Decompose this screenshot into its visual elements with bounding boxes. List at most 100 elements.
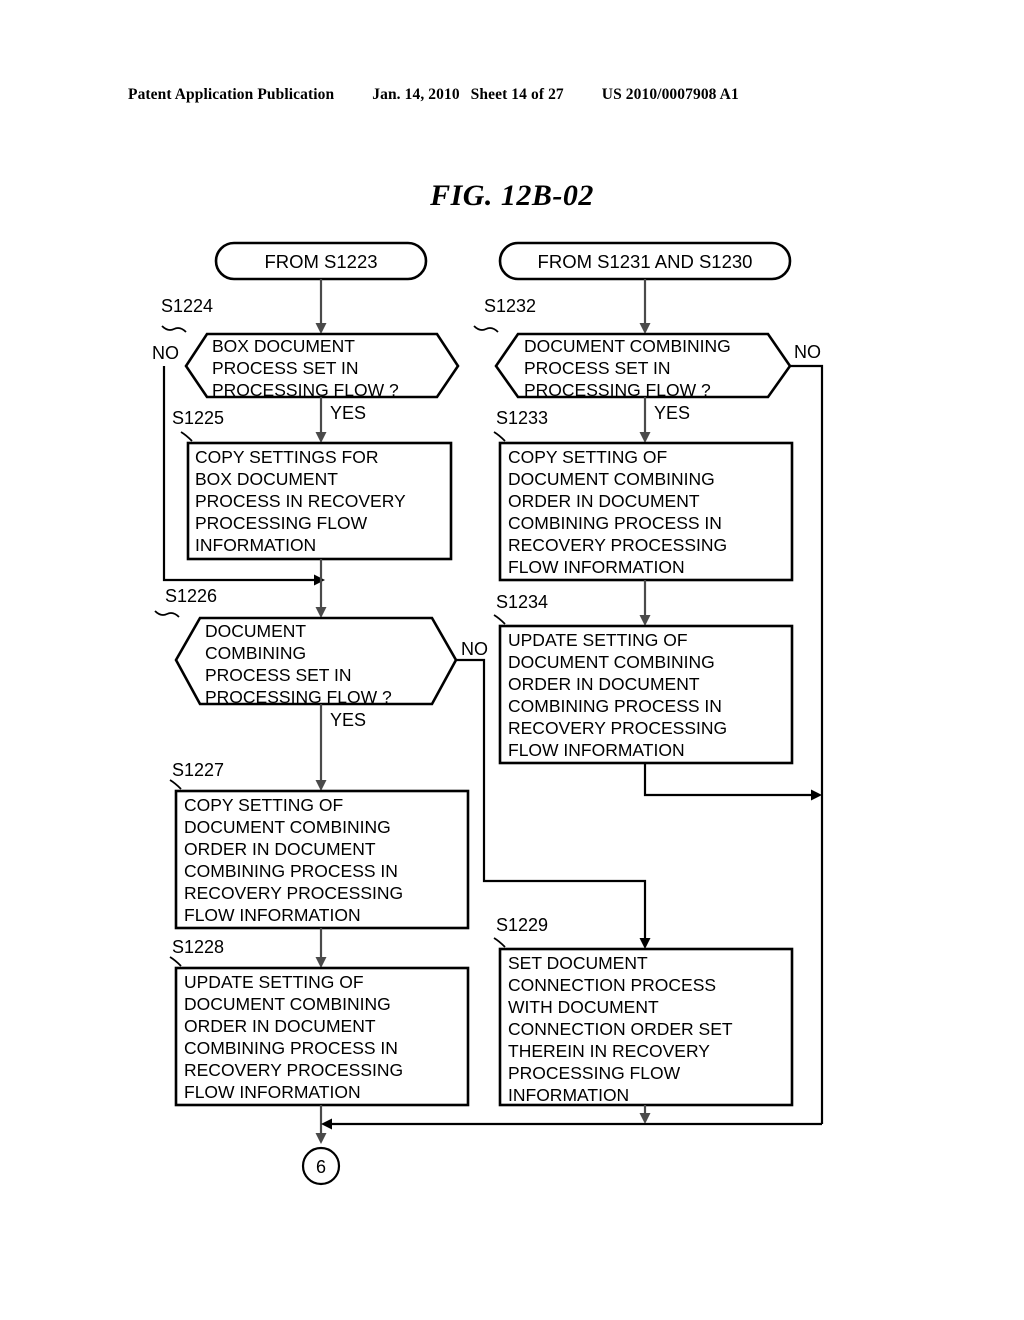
- terminal-from-s1231-and-s1230-label: FROM S1231 AND S1230: [538, 251, 753, 272]
- step-id-s1228: S1228: [172, 937, 224, 957]
- step-id-s1227: S1227: [172, 760, 224, 780]
- node-s1234-line-2: DOCUMENT COMBINING: [508, 652, 715, 672]
- node-s1227-line-2: DOCUMENT COMBINING: [184, 817, 391, 837]
- patent-figure-page: Patent Application Publication Jan. 14, …: [0, 0, 1024, 1320]
- branch-no-s1226: NO: [461, 639, 488, 659]
- arrowhead-s1233-to-s1234: [639, 615, 651, 626]
- leader-s1232: [473, 325, 499, 333]
- branch-yes-s1226: YES: [330, 710, 366, 730]
- branch-no-s1232: NO: [794, 342, 821, 362]
- node-s1225-line-5: INFORMATION: [195, 535, 316, 555]
- node-s1225-line-4: PROCESSING FLOW: [195, 513, 368, 533]
- node-s1225-line-3: PROCESS IN RECOVERY: [195, 491, 406, 511]
- node-s1225-line-2: BOX DOCUMENT: [195, 469, 338, 489]
- node-s1234: UPDATE SETTING OF DOCUMENT COMBINING ORD…: [498, 624, 794, 765]
- node-s1233-line-6: FLOW INFORMATION: [508, 557, 685, 577]
- leader-s1227: [169, 779, 182, 790]
- node-s1226-line-2: COMBINING: [205, 643, 306, 663]
- arrowhead-s1226-no: [639, 938, 651, 949]
- terminal-from-s1223: FROM S1223: [214, 241, 428, 281]
- node-s1233-line-2: DOCUMENT COMBINING: [508, 469, 715, 489]
- node-s1224: BOX DOCUMENT PROCESS SET IN PROCESSING F…: [184, 332, 460, 400]
- node-s1228-line-1: UPDATE SETTING OF: [184, 972, 364, 992]
- node-s1229-line-7: INFORMATION: [508, 1085, 629, 1105]
- node-s1234-line-5: RECOVERY PROCESSING: [508, 718, 727, 738]
- node-s1232-line-3: PROCESSING FLOW ?: [524, 380, 711, 400]
- branch-yes-s1224: YES: [330, 403, 366, 423]
- node-s1228-line-4: COMBINING PROCESS IN: [184, 1038, 398, 1058]
- node-s1224-line-1: BOX DOCUMENT: [212, 336, 355, 356]
- node-s1228-line-3: ORDER IN DOCUMENT: [184, 1016, 376, 1036]
- arrowhead-s1232-yes: [639, 432, 651, 443]
- step-id-s1229: S1229: [496, 915, 548, 935]
- node-s1234-line-1: UPDATE SETTING OF: [508, 630, 688, 650]
- terminal-from-s1231-and-s1230: FROM S1231 AND S1230: [498, 241, 792, 281]
- node-s1227-line-4: COMBINING PROCESS IN: [184, 861, 398, 881]
- node-s1227-line-6: FLOW INFORMATION: [184, 905, 361, 925]
- step-id-s1226: S1226: [165, 586, 217, 606]
- leader-s1233: [493, 431, 506, 442]
- node-s1228: UPDATE SETTING OF DOCUMENT COMBINING ORD…: [174, 966, 470, 1107]
- node-s1227-line-5: RECOVERY PROCESSING: [184, 883, 403, 903]
- leader-s1234: [493, 614, 506, 625]
- arrowhead-s1234-to-rail: [811, 789, 822, 801]
- step-id-s1233: S1233: [496, 408, 548, 428]
- leader-s1229: [493, 937, 506, 948]
- node-s1233-line-1: COPY SETTING OF: [508, 447, 667, 467]
- node-s1233-line-4: COMBINING PROCESS IN: [508, 513, 722, 533]
- node-s1227: COPY SETTING OF DOCUMENT COMBINING ORDER…: [174, 789, 470, 930]
- node-s1226-line-4: PROCESSING FLOW ?: [205, 687, 392, 707]
- edge-s1232-no: [790, 364, 824, 1124]
- step-id-s1232: S1232: [484, 296, 536, 316]
- node-s1225-line-1: COPY SETTINGS FOR: [195, 447, 378, 467]
- node-s1232-line-2: PROCESS SET IN: [524, 358, 671, 378]
- node-s1226-line-3: PROCESS SET IN: [205, 665, 352, 685]
- step-id-s1234: S1234: [496, 592, 548, 612]
- leader-s1225: [180, 431, 193, 442]
- arrowhead-s1229-out: [639, 1113, 651, 1124]
- leader-s1228: [169, 956, 182, 967]
- node-s1232-line-1: DOCUMENT COMBINING: [524, 336, 731, 356]
- node-s1234-line-6: FLOW INFORMATION: [508, 740, 685, 760]
- leader-s1226: [154, 610, 180, 618]
- node-s1229-line-6: PROCESSING FLOW: [508, 1063, 681, 1083]
- arrowhead-bottom-rail: [321, 1118, 332, 1130]
- node-s1228-line-6: FLOW INFORMATION: [184, 1082, 361, 1102]
- arrowhead-s1224-no: [314, 574, 325, 586]
- node-s1229: SET DOCUMENT CONNECTION PROCESS WITH DOC…: [498, 947, 794, 1107]
- arrowhead-s1228-to-connector: [315, 1133, 327, 1144]
- arrowhead-to-s1232: [639, 323, 651, 334]
- arrowhead-to-s1224: [315, 323, 327, 334]
- node-s1234-line-3: ORDER IN DOCUMENT: [508, 674, 700, 694]
- flowchart-diagram: FROM S1223 FROM S1231 AND S1230 BOX DOCU…: [152, 241, 824, 1186]
- step-id-s1224: S1224: [161, 296, 213, 316]
- node-s1233-line-3: ORDER IN DOCUMENT: [508, 491, 700, 511]
- arrowhead-s1225-to-s1226: [315, 607, 327, 618]
- node-s1225: COPY SETTINGS FOR BOX DOCUMENT PROCESS I…: [186, 441, 453, 561]
- node-s1227-line-3: ORDER IN DOCUMENT: [184, 839, 376, 859]
- arrowhead-s1224-yes: [315, 432, 327, 443]
- arrowhead-s1226-yes: [315, 780, 327, 791]
- node-s1232: DOCUMENT COMBINING PROCESS SET IN PROCES…: [494, 332, 792, 400]
- node-s1234-line-4: COMBINING PROCESS IN: [508, 696, 722, 716]
- step-id-s1225: S1225: [172, 408, 224, 428]
- node-s1229-line-1: SET DOCUMENT: [508, 953, 648, 973]
- node-s1229-line-4: CONNECTION ORDER SET: [508, 1019, 733, 1039]
- node-s1228-line-5: RECOVERY PROCESSING: [184, 1060, 403, 1080]
- connector-6: 6: [301, 1146, 341, 1186]
- edge-s1234-to-rail: [643, 763, 813, 797]
- node-s1229-line-2: CONNECTION PROCESS: [508, 975, 716, 995]
- node-s1229-line-3: WITH DOCUMENT: [508, 997, 659, 1017]
- node-s1233-line-5: RECOVERY PROCESSING: [508, 535, 727, 555]
- node-s1227-line-1: COPY SETTING OF: [184, 795, 343, 815]
- node-s1224-line-2: PROCESS SET IN: [212, 358, 359, 378]
- arrowhead-s1227-to-s1228: [315, 957, 327, 968]
- connector-6-label: 6: [316, 1157, 326, 1177]
- node-s1233: COPY SETTING OF DOCUMENT COMBINING ORDER…: [498, 441, 794, 582]
- leader-s1224: [161, 325, 187, 333]
- terminal-from-s1223-label: FROM S1223: [264, 251, 377, 272]
- node-s1226-line-1: DOCUMENT: [205, 621, 306, 641]
- node-s1224-line-3: PROCESSING FLOW ?: [212, 380, 399, 400]
- branch-yes-s1232: YES: [654, 403, 690, 423]
- node-s1226: DOCUMENT COMBINING PROCESS SET IN PROCES…: [174, 616, 458, 707]
